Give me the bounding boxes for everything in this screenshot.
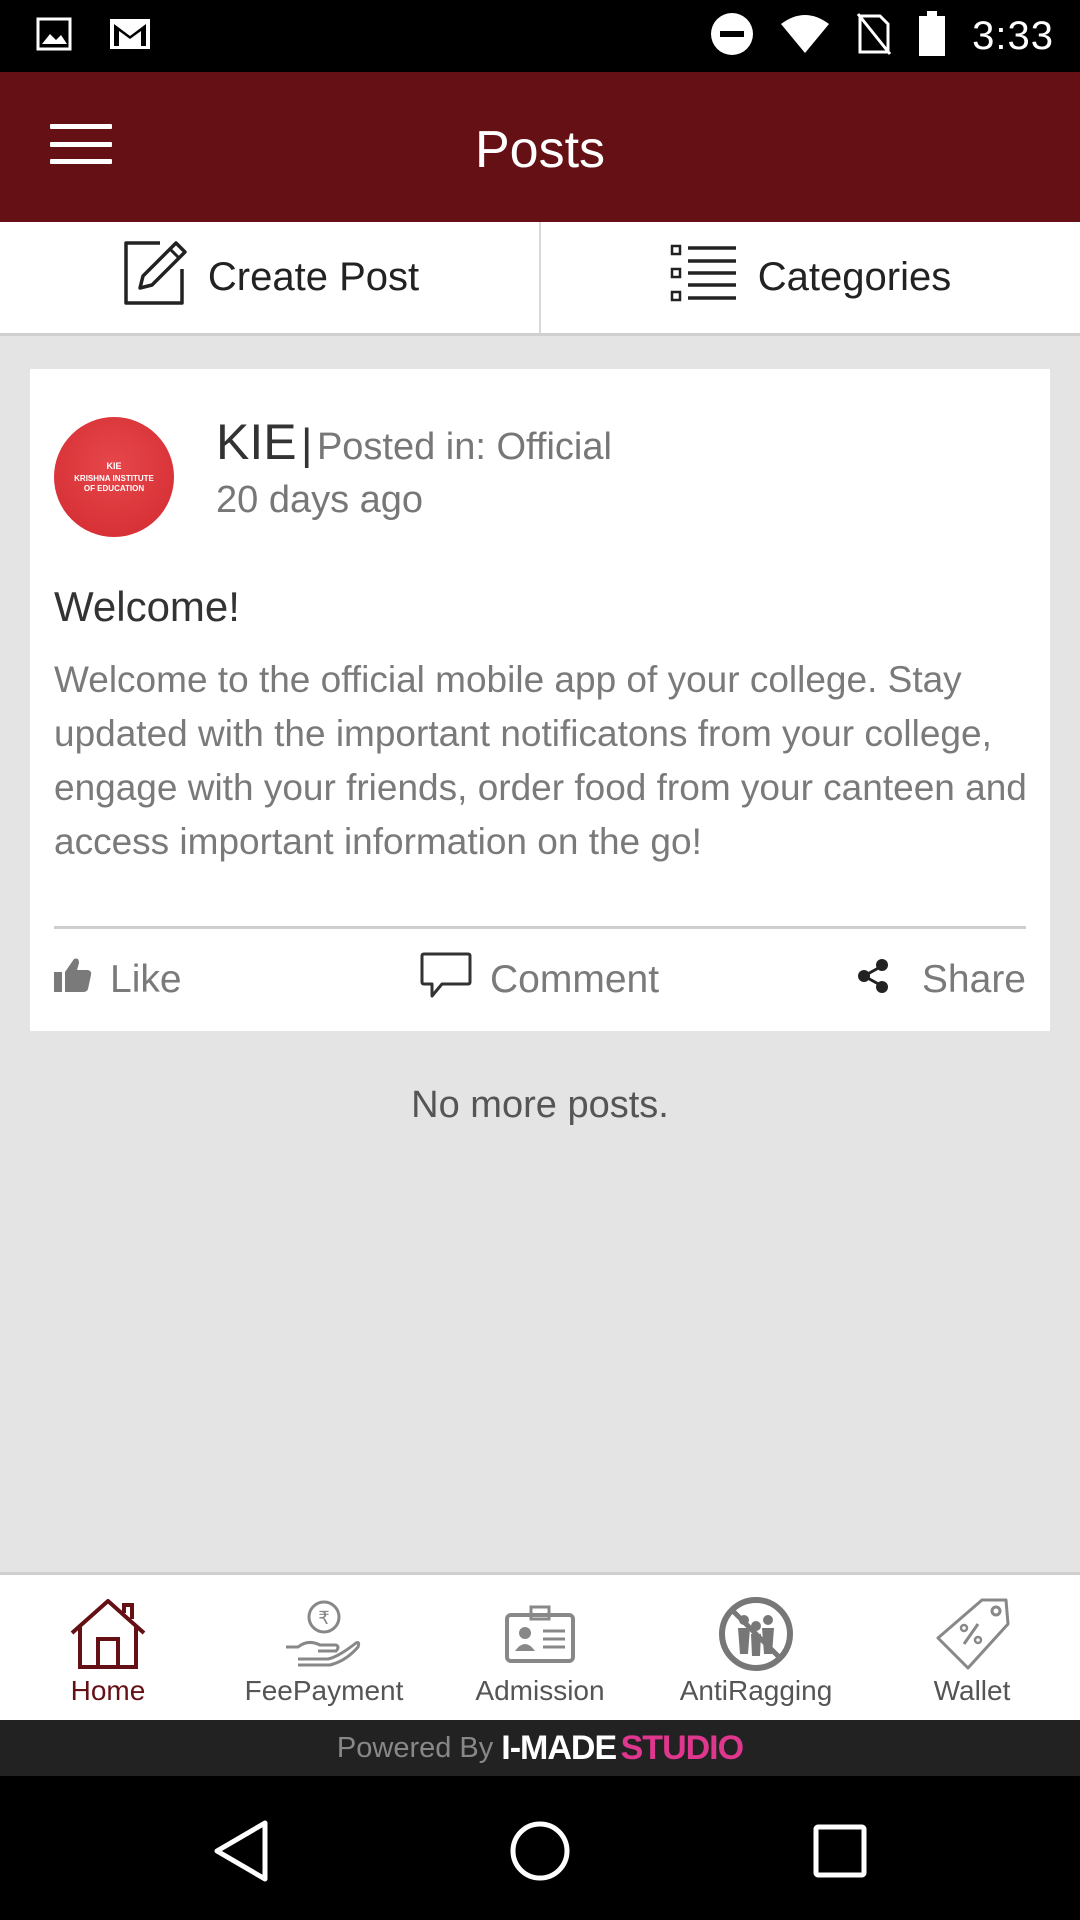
no-sim-icon (856, 12, 892, 61)
post-interactions: Like Comment Share (54, 945, 1026, 1015)
meta-separator: | (301, 420, 313, 469)
post-actions-bar: Create Post Categories (0, 222, 1080, 336)
post-category: Posted in: Official (316, 426, 612, 468)
edit-icon (120, 239, 188, 317)
thumbs-up-icon (54, 957, 92, 1003)
card-divider (54, 926, 1026, 929)
status-bar: 3:33 (0, 0, 1080, 72)
post-title: Welcome! (54, 583, 240, 630)
end-of-feed-message: No more posts. (411, 1084, 669, 1126)
nav-wallet[interactable]: Wallet (864, 1575, 1080, 1720)
post-author[interactable]: KIE (216, 414, 297, 470)
image-icon (36, 16, 72, 57)
system-navigation-bar (0, 1776, 1080, 1920)
gmail-icon (108, 16, 152, 57)
create-post-label: Create Post (207, 255, 420, 299)
home-icon (68, 1593, 148, 1675)
status-time: 3:33 (972, 13, 1054, 58)
like-label: Like (110, 958, 182, 1001)
tag-icon (932, 1593, 1012, 1675)
svg-text:₹: ₹ (318, 1608, 329, 1629)
share-label: Share (921, 958, 1026, 1001)
list-icon (670, 244, 738, 312)
bottom-navigation: Home ₹ FeePayment Admission AntiRagging … (0, 1572, 1080, 1720)
share-icon (856, 957, 890, 1003)
back-icon[interactable] (206, 1816, 276, 1886)
nav-fee-payment-label: FeePayment (244, 1675, 404, 1706)
powered-by-footer: Powered By I-MADE STUDIO (0, 1720, 1080, 1776)
comment-label: Comment (490, 958, 660, 1001)
home-circle-icon[interactable] (505, 1816, 575, 1886)
nav-anti-ragging[interactable]: AntiRagging (648, 1575, 864, 1720)
anti-ragging-icon (718, 1593, 794, 1675)
nav-fee-payment[interactable]: ₹ FeePayment (216, 1575, 432, 1720)
post-body: Welcome to the official mobile app of yo… (54, 659, 1027, 862)
nav-home[interactable]: Home (0, 1575, 216, 1720)
powered-by-text: Powered By (336, 1731, 494, 1764)
app-bar: Posts (0, 72, 1080, 222)
comment-icon (420, 951, 472, 1009)
page-title: Posts (474, 121, 606, 179)
categories-button[interactable]: Categories (539, 222, 1080, 333)
do-not-disturb-icon (710, 12, 754, 61)
comment-button[interactable]: Comment (420, 945, 659, 1015)
avatar-logo-text: KIE (106, 460, 122, 471)
avatar-institute-text: KRISHNA INSTITUTE OF EDUCATION (74, 473, 154, 493)
id-card-icon (505, 1593, 575, 1675)
like-button[interactable]: Like (54, 945, 182, 1015)
post-meta: KIE | Posted in: Official (216, 413, 612, 471)
post-timestamp: 20 days ago (216, 479, 424, 521)
share-button[interactable]: Share (856, 945, 1026, 1015)
nav-home-label: Home (70, 1675, 146, 1706)
post-card[interactable]: KIE KRISHNA INSTITUTE OF EDUCATION KIE |… (30, 369, 1050, 1031)
battery-icon (918, 10, 946, 62)
fee-payment-icon: ₹ (284, 1593, 364, 1675)
recents-icon[interactable] (805, 1816, 875, 1886)
wifi-icon (780, 14, 830, 59)
brand-logo: I-MADE STUDIO (501, 1728, 744, 1767)
categories-label: Categories (757, 255, 952, 299)
nav-admission-label: Admission (475, 1675, 605, 1706)
nav-anti-ragging-label: AntiRagging (679, 1675, 833, 1706)
nav-wallet-label: Wallet (933, 1675, 1011, 1706)
nav-admission[interactable]: Admission (432, 1575, 648, 1720)
create-post-button[interactable]: Create Post (0, 222, 539, 333)
avatar[interactable]: KIE KRISHNA INSTITUTE OF EDUCATION (54, 417, 174, 537)
